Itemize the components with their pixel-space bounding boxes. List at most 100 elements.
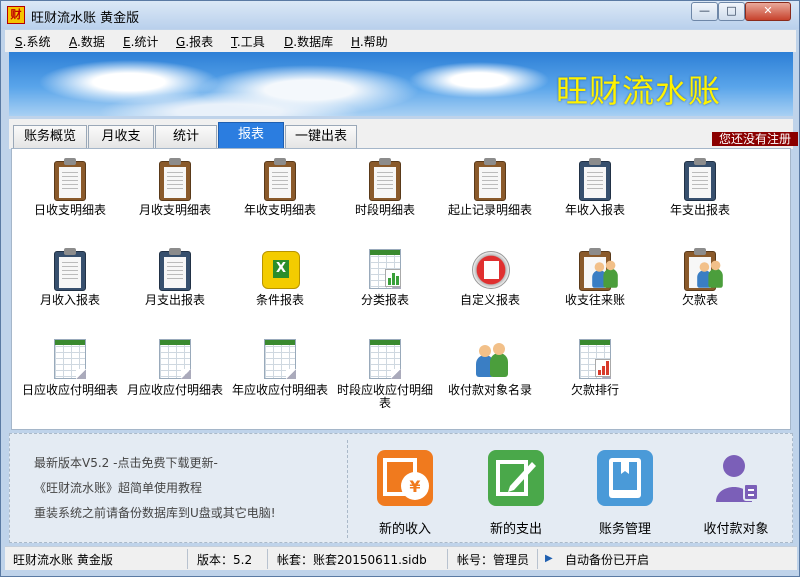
close-button[interactable]: ✕ xyxy=(745,2,791,21)
report-item[interactable]: 条件报表 xyxy=(232,247,328,307)
play-arrow-icon: ▶ xyxy=(545,553,553,564)
report-item[interactable]: 收支往来账 xyxy=(547,247,643,307)
clipboard-icon xyxy=(258,157,302,201)
report-item[interactable]: 月应收应付明细表 xyxy=(127,337,223,397)
status-app-name: 旺财流水账 黄金版 xyxy=(13,553,113,567)
report-item[interactable]: 日应收应付明细表 xyxy=(22,337,118,397)
new-income-label: 新的收入 xyxy=(378,522,431,537)
status-separator xyxy=(447,549,448,569)
report-label: 自定义报表 xyxy=(459,293,520,307)
clipboard-blue-icon xyxy=(573,157,617,201)
clipboard-blue-icon xyxy=(48,247,92,291)
tab-strip: 账务概览 月收支 统计 报表 一键出表 您还没有注册 xyxy=(9,119,798,149)
unregistered-notice[interactable]: 您还没有注册 xyxy=(712,132,798,146)
banner-title: 旺财流水账 xyxy=(555,72,721,110)
custom-report-icon xyxy=(468,247,512,291)
app-window: 财 旺财流水账 黄金版 — □ ✕ S.系统 A.数据 E.统计 G.报表 T.… xyxy=(0,0,800,577)
tab-statistics[interactable]: 统计 xyxy=(155,125,217,149)
new-income-button[interactable]: ¥ 新的收入 xyxy=(355,450,455,537)
report-item[interactable]: 起止记录明细表 xyxy=(442,157,538,217)
expense-edit-icon xyxy=(488,450,544,506)
report-label: 条件报表 xyxy=(255,293,304,307)
title-bar[interactable]: 财 旺财流水账 黄金版 — □ ✕ xyxy=(1,1,799,29)
spreadsheet-icon xyxy=(153,337,197,381)
ledger-management-button[interactable]: 账务管理 xyxy=(575,450,675,537)
new-expense-label: 新的支出 xyxy=(489,522,542,537)
clipboard-icon xyxy=(48,157,92,201)
ledger-management-label: 账务管理 xyxy=(598,522,651,537)
report-label: 年收入报表 xyxy=(564,203,625,217)
report-label: 收支往来账 xyxy=(564,293,625,307)
menu-help[interactable]: H.帮助 xyxy=(351,33,388,50)
menu-tools[interactable]: T.工具 xyxy=(231,33,265,50)
report-label: 起止记录明细表 xyxy=(447,203,532,217)
menu-system[interactable]: S.系统 xyxy=(15,33,50,50)
report-label: 年应收应付明细表 xyxy=(232,383,329,397)
new-expense-button[interactable]: 新的支出 xyxy=(466,450,566,537)
menu-data[interactable]: A.数据 xyxy=(69,33,105,50)
reports-panel: 日收支明细表 月收支明细表 年收支明细表 时段明细表 起止记录明细表 年收入报表 年支出报表… xyxy=(11,148,791,430)
report-item[interactable]: 欠款排行 xyxy=(547,337,643,397)
report-label: 月应收应付明细表 xyxy=(127,383,224,397)
report-item[interactable]: 年应收应付明细表 xyxy=(232,337,328,397)
excel-icon xyxy=(258,247,302,291)
update-link[interactable]: 最新版本V5.2 -点击免费下载更新- xyxy=(34,454,218,471)
report-item[interactable]: 月收入报表 xyxy=(22,247,118,307)
spreadsheet-icon xyxy=(48,337,92,381)
report-item[interactable]: 时段应收应付明细表 xyxy=(337,337,433,410)
spreadsheet-icon xyxy=(363,337,407,381)
menu-reports[interactable]: G.报表 xyxy=(176,33,213,50)
tab-monthly[interactable]: 月收支 xyxy=(88,125,154,149)
report-label: 欠款排行 xyxy=(570,383,619,397)
report-label: 月支出报表 xyxy=(144,293,205,307)
maximize-button[interactable]: □ xyxy=(718,2,745,21)
report-label: 日应收应付明细表 xyxy=(22,383,119,397)
report-item[interactable]: 日收支明细表 xyxy=(22,157,118,217)
spreadsheet-icon xyxy=(258,337,302,381)
report-item[interactable]: 时段明细表 xyxy=(337,157,433,217)
report-label: 年收支明细表 xyxy=(243,203,316,217)
window-title: 旺财流水账 黄金版 xyxy=(31,11,140,26)
divider xyxy=(347,440,348,538)
clipboard-icon xyxy=(153,157,197,201)
menu-database[interactable]: D.数据库 xyxy=(284,33,333,50)
status-bar: 旺财流水账 黄金版 版本：5.2 帐套：账套20150611.sidb 帐号：管… xyxy=(5,546,797,570)
tab-reports[interactable]: 报表 xyxy=(218,122,284,149)
status-version: 版本：5.2 xyxy=(197,553,253,567)
report-item[interactable]: 欠款表 xyxy=(652,247,748,307)
report-label: 分类报表 xyxy=(360,293,409,307)
contact-person-icon xyxy=(708,450,764,506)
report-item[interactable]: 年收入报表 xyxy=(547,157,643,217)
report-label: 收付款对象名录 xyxy=(447,383,532,397)
menu-statistics[interactable]: E.统计 xyxy=(123,33,158,50)
ranking-chart-icon xyxy=(573,337,617,381)
counterparty-button[interactable]: 收付款对象 xyxy=(686,450,786,537)
report-item[interactable]: 分类报表 xyxy=(337,247,433,307)
clipboard-blue-icon xyxy=(153,247,197,291)
report-item[interactable]: 月收支明细表 xyxy=(127,157,223,217)
sheet-chart-icon xyxy=(363,247,407,291)
report-item[interactable]: 月支出报表 xyxy=(127,247,223,307)
report-item[interactable]: 收付款对象名录 xyxy=(442,337,538,397)
people-ledger-icon xyxy=(678,247,723,291)
bottom-panel: 最新版本V5.2 -点击免费下载更新- 《旺财流水账》超简单使用教程 重装系统之… xyxy=(9,433,793,543)
report-item[interactable]: 年收支明细表 xyxy=(232,157,328,217)
report-label: 年支出报表 xyxy=(669,203,730,217)
contacts-icon xyxy=(468,337,512,381)
tab-overview[interactable]: 账务概览 xyxy=(13,125,87,149)
tutorial-link[interactable]: 《旺财流水账》超简单使用教程 xyxy=(34,479,202,496)
status-separator xyxy=(187,549,188,569)
clipboard-icon xyxy=(363,157,407,201)
status-backup: 自动备份已开启 xyxy=(565,553,650,567)
minimize-button[interactable]: — xyxy=(691,2,718,21)
status-separator xyxy=(267,549,268,569)
svg-text:¥: ¥ xyxy=(409,477,420,496)
report-item[interactable]: 自定义报表 xyxy=(442,247,538,307)
report-item[interactable]: 年支出报表 xyxy=(652,157,748,217)
banner: 旺财流水账 xyxy=(9,52,793,116)
status-separator xyxy=(537,549,538,569)
status-account: 帐号：管理员 xyxy=(457,553,530,567)
status-ledger-file: 帐套：账套20150611.sidb xyxy=(277,553,427,567)
clipboard-blue-icon xyxy=(678,157,722,201)
tab-one-click-report[interactable]: 一键出表 xyxy=(285,125,357,149)
